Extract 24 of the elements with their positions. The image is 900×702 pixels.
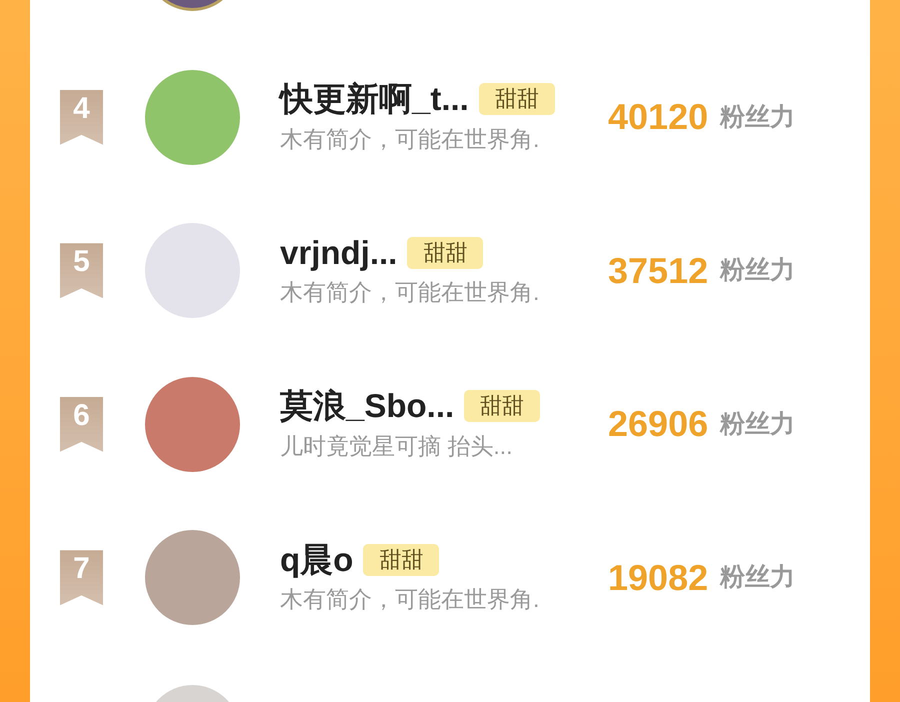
fan-score: 19082: [608, 556, 708, 600]
fan-score: 37512: [608, 248, 708, 293]
user-bio: 儿时竟觉星可摘 抬头...: [280, 432, 514, 461]
rank-badge: 6: [60, 396, 103, 452]
rank-badge: 4: [60, 90, 103, 145]
user-bio: 木有简介，可能在世界角.: [280, 278, 540, 308]
fan-score: 26906: [608, 402, 708, 446]
fan-score-unit: 粉丝力: [720, 562, 796, 593]
user-bio: 木有简介，可能在世界角.: [280, 124, 540, 154]
user-name[interactable]: 快更新啊_t...: [280, 78, 469, 120]
user-name[interactable]: vrjndj...: [280, 232, 398, 274]
user-tag: 甜甜: [363, 544, 440, 576]
user-name[interactable]: 莫浪_Sbo...: [280, 385, 454, 427]
user-tag: 甜甜: [478, 83, 555, 115]
user-tag: 甜甜: [407, 236, 484, 268]
rank-badge: 7: [60, 550, 103, 606]
fan-score-unit: 粉丝力: [720, 255, 796, 286]
user-bio: 木有简介，可能在世界角.: [280, 585, 540, 614]
rank-badge: 5: [60, 243, 103, 298]
fan-score-unit: 粉丝力: [720, 102, 796, 132]
user-name[interactable]: q晨o: [280, 538, 354, 580]
fan-score: 40120: [608, 95, 708, 140]
fan-score-unit: 粉丝力: [720, 408, 796, 440]
user-tag: 甜甜: [464, 390, 540, 422]
